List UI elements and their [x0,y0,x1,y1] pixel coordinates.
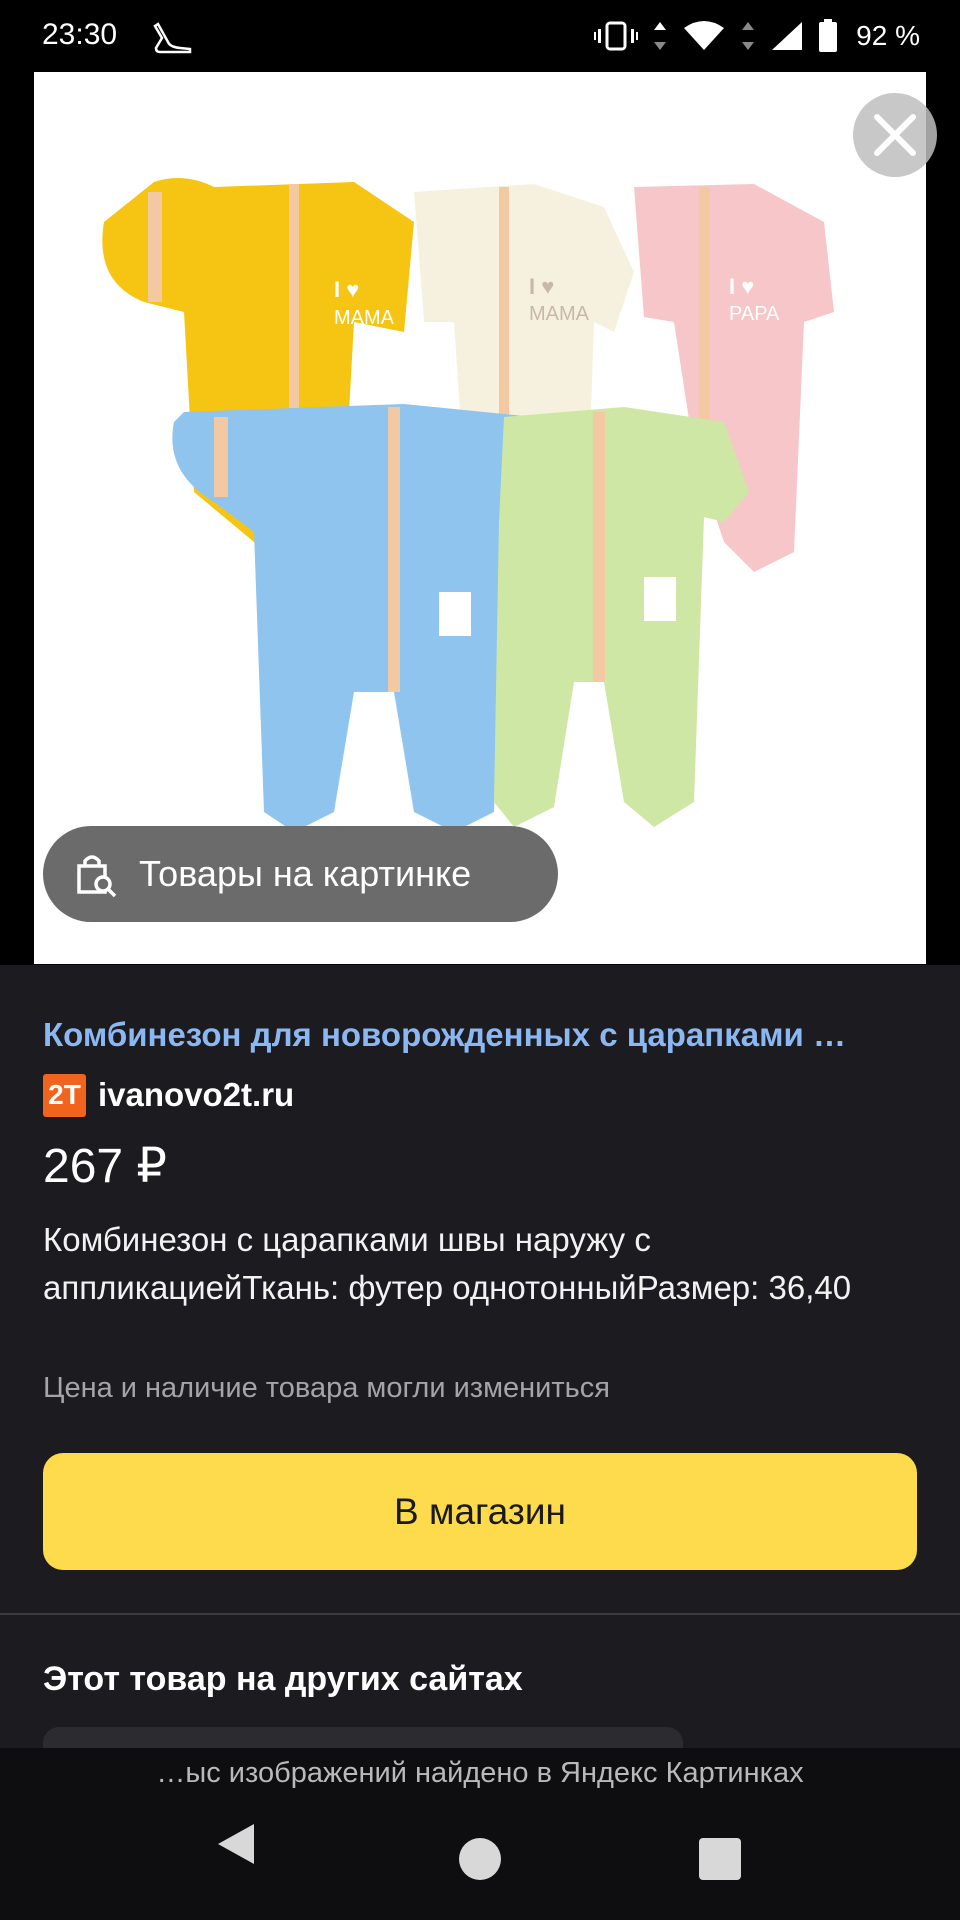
products-in-image-button[interactable]: Товары на картинке [43,826,558,922]
other-sites-heading: Этот товар на других сайтах [43,1660,523,1698]
status-time: 23:30 [42,18,118,51]
recents-icon[interactable] [699,1838,741,1880]
product-price: 267 ₽ [43,1140,167,1193]
product-description: Комбинезон с царапками швы наружу с аппл… [43,1221,852,1306]
section-divider [0,1613,960,1615]
vibrate-icon [594,21,639,51]
yandex-images-note[interactable]: …ыс изображений найдено в Яндекс Картинк… [0,1757,960,1790]
status-icons: 92 % [594,16,920,56]
shoe-notification-icon [153,22,192,54]
svg-text:MAMA: MAMA [334,307,395,329]
source-site[interactable]: 2T ivanovo2t.ru [43,1072,294,1118]
romper-green [494,407,749,827]
svg-text:I ♥: I ♥ [334,277,359,302]
android-nav-bar [0,1820,960,1900]
battery-percent: 92 % [856,20,920,51]
svg-text:I ♥: I ♥ [529,274,554,299]
go-to-shop-label: В магазин [394,1490,566,1532]
products-in-image-label: Товары на картинке [139,853,472,894]
signal-icon [772,22,803,50]
battery-icon [819,19,838,52]
price-disclaimer: Цена и наличие товара могли измениться [43,1372,610,1404]
data-arrows-icon-2 [742,22,755,50]
svg-text:MAMA: MAMA [529,303,590,325]
close-icon [874,114,916,156]
status-bar: 23:30 92 % [0,0,960,72]
svg-text:PAPA: PAPA [729,303,780,325]
home-icon[interactable] [459,1838,501,1880]
product-image[interactable]: I ♥ MAMA I ♥ MAMA I ♥ PAPA Товары на кар… [34,72,926,964]
go-to-shop-button[interactable]: В магазин [43,1453,917,1570]
data-arrows-icon [654,22,667,50]
shopping-bag-search-icon [77,855,117,898]
close-button[interactable] [853,93,937,177]
wifi-icon [684,21,725,50]
site-favicon-icon: 2T [43,1073,86,1117]
product-title-link[interactable]: Комбинезон для новорожденных с царапками… [43,1016,846,1054]
back-icon[interactable] [214,1820,258,1868]
site-name: ivanovo2t.ru [98,1076,295,1113]
svg-text:I ♥: I ♥ [729,274,754,299]
